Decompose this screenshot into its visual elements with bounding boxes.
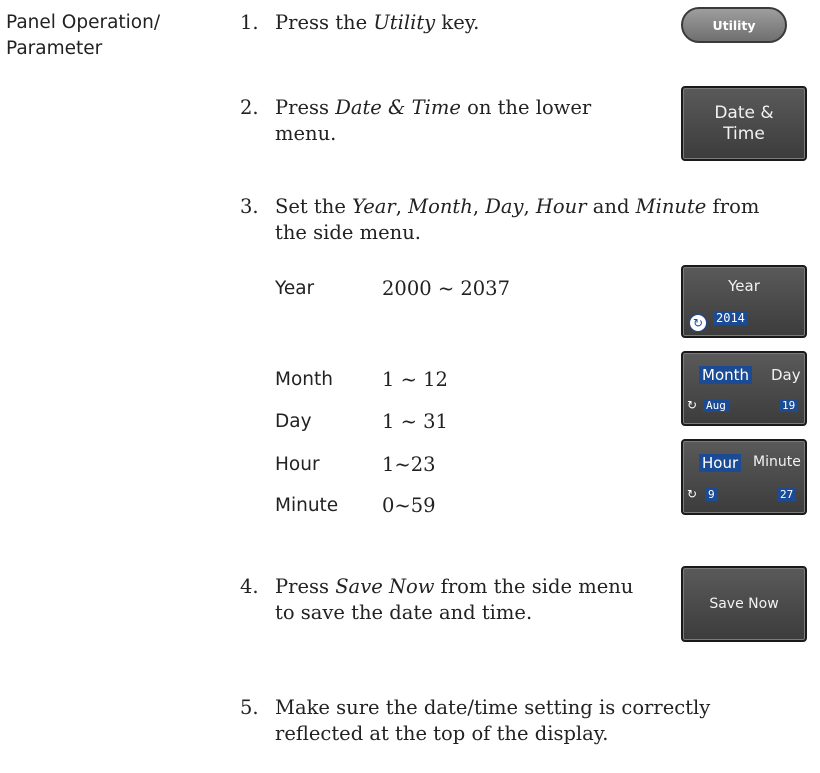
step-text: key.	[435, 11, 480, 34]
step-text: Make sure the date/time setting is corre…	[275, 696, 711, 719]
hour-value: 9	[705, 488, 718, 501]
range-value: 0~59	[382, 494, 436, 517]
date-time-label-line2: Time	[723, 123, 765, 144]
step-3: 3. Set the Year, Month, Day, Hour and Mi…	[240, 194, 815, 246]
range-row-month: Month 1 ~ 12	[275, 367, 575, 397]
step-4: 4. Press Save Now from the side menu to …	[240, 574, 670, 626]
range-value: 2000 ~ 2037	[382, 277, 510, 300]
step-text: Press	[275, 96, 336, 119]
variable-knob-icon: ↻	[687, 398, 698, 412]
step-text: from the side menu	[434, 575, 634, 598]
step-emphasis: Hour	[535, 195, 587, 218]
step-number: 1.	[240, 11, 259, 34]
step-emphasis: Save Now	[335, 575, 435, 598]
range-row-day: Day 1 ~ 31	[275, 409, 575, 439]
date-time-menu-button[interactable]: Date & Time	[681, 86, 807, 161]
step-text: ,	[472, 195, 486, 218]
save-now-menu-button[interactable]: Save Now	[681, 566, 807, 642]
step-emphasis: Date & Time	[335, 96, 461, 119]
year-label: Year	[728, 277, 760, 295]
range-value: 1 ~ 12	[382, 368, 448, 391]
step-text: Press the	[275, 11, 374, 34]
step-number: 4.	[240, 575, 259, 598]
step-number: 3.	[240, 195, 259, 218]
step-text: to save the date and time.	[275, 601, 533, 624]
hour-minute-menu-button[interactable]: Hour Minute ↻ 9 27	[681, 439, 807, 515]
day-value: 19	[779, 399, 799, 412]
range-value: 1 ~ 31	[382, 410, 448, 433]
range-name: Minute	[275, 495, 339, 516]
step-number: 2.	[240, 96, 259, 119]
step-1: 1. Press the Utility key.	[240, 10, 670, 36]
range-name: Hour	[275, 454, 320, 475]
step-emphasis: Utility	[373, 11, 436, 34]
side-label-line1: Panel Operation/	[6, 12, 161, 33]
hour-label: Hour	[699, 454, 742, 472]
step-number: 5.	[240, 696, 259, 719]
step-text: ,	[395, 195, 409, 218]
step-text: on the lower	[460, 96, 592, 119]
step-text: menu.	[275, 122, 337, 145]
minute-value: 27	[777, 488, 797, 501]
range-row-hour: Hour 1~23	[275, 452, 575, 482]
range-row-minute: Minute 0~59	[275, 493, 575, 523]
step-emphasis: Day	[485, 195, 524, 218]
step-text: and	[586, 195, 636, 218]
range-name: Day	[275, 411, 312, 432]
step-text: Press	[275, 575, 336, 598]
step-text: ,	[523, 195, 536, 218]
utility-key-button[interactable]: Utility	[681, 7, 787, 43]
step-text: reflected at the top of the display.	[275, 722, 609, 745]
range-row-year: Year 2000 ~ 2037	[275, 276, 575, 306]
step-text: Set the	[275, 195, 353, 218]
step-2: 2. Press Date & Time on the lower menu.	[240, 95, 670, 147]
step-emphasis: Year	[352, 195, 396, 218]
variable-knob-icon: ↻	[687, 487, 698, 501]
month-value: Aug	[703, 399, 729, 412]
month-day-menu-button[interactable]: Month Day ↻ Aug 19	[681, 351, 807, 426]
date-time-label-line1: Date &	[714, 102, 774, 123]
month-label: Month	[699, 366, 753, 384]
day-label: Day	[771, 366, 801, 384]
year-value: 2014	[713, 311, 748, 325]
step-emphasis: Minute	[635, 195, 707, 218]
step-text: from	[706, 195, 760, 218]
step-text: the side menu.	[275, 221, 421, 244]
range-name: Month	[275, 369, 333, 390]
step-5: 5. Make sure the date/time setting is co…	[240, 695, 800, 747]
range-value: 1~23	[382, 453, 436, 476]
minute-label: Minute	[753, 454, 801, 470]
year-menu-button[interactable]: Year ↻ 2014	[681, 265, 807, 338]
variable-knob-icon: ↻	[689, 314, 707, 332]
side-label-line2: Parameter	[6, 38, 103, 59]
range-name: Year	[275, 278, 315, 299]
step-emphasis: Month	[408, 195, 473, 218]
utility-key-label: Utility	[712, 17, 756, 33]
side-label: Panel Operation/ Parameter	[6, 10, 160, 62]
save-now-label: Save Now	[709, 596, 779, 612]
